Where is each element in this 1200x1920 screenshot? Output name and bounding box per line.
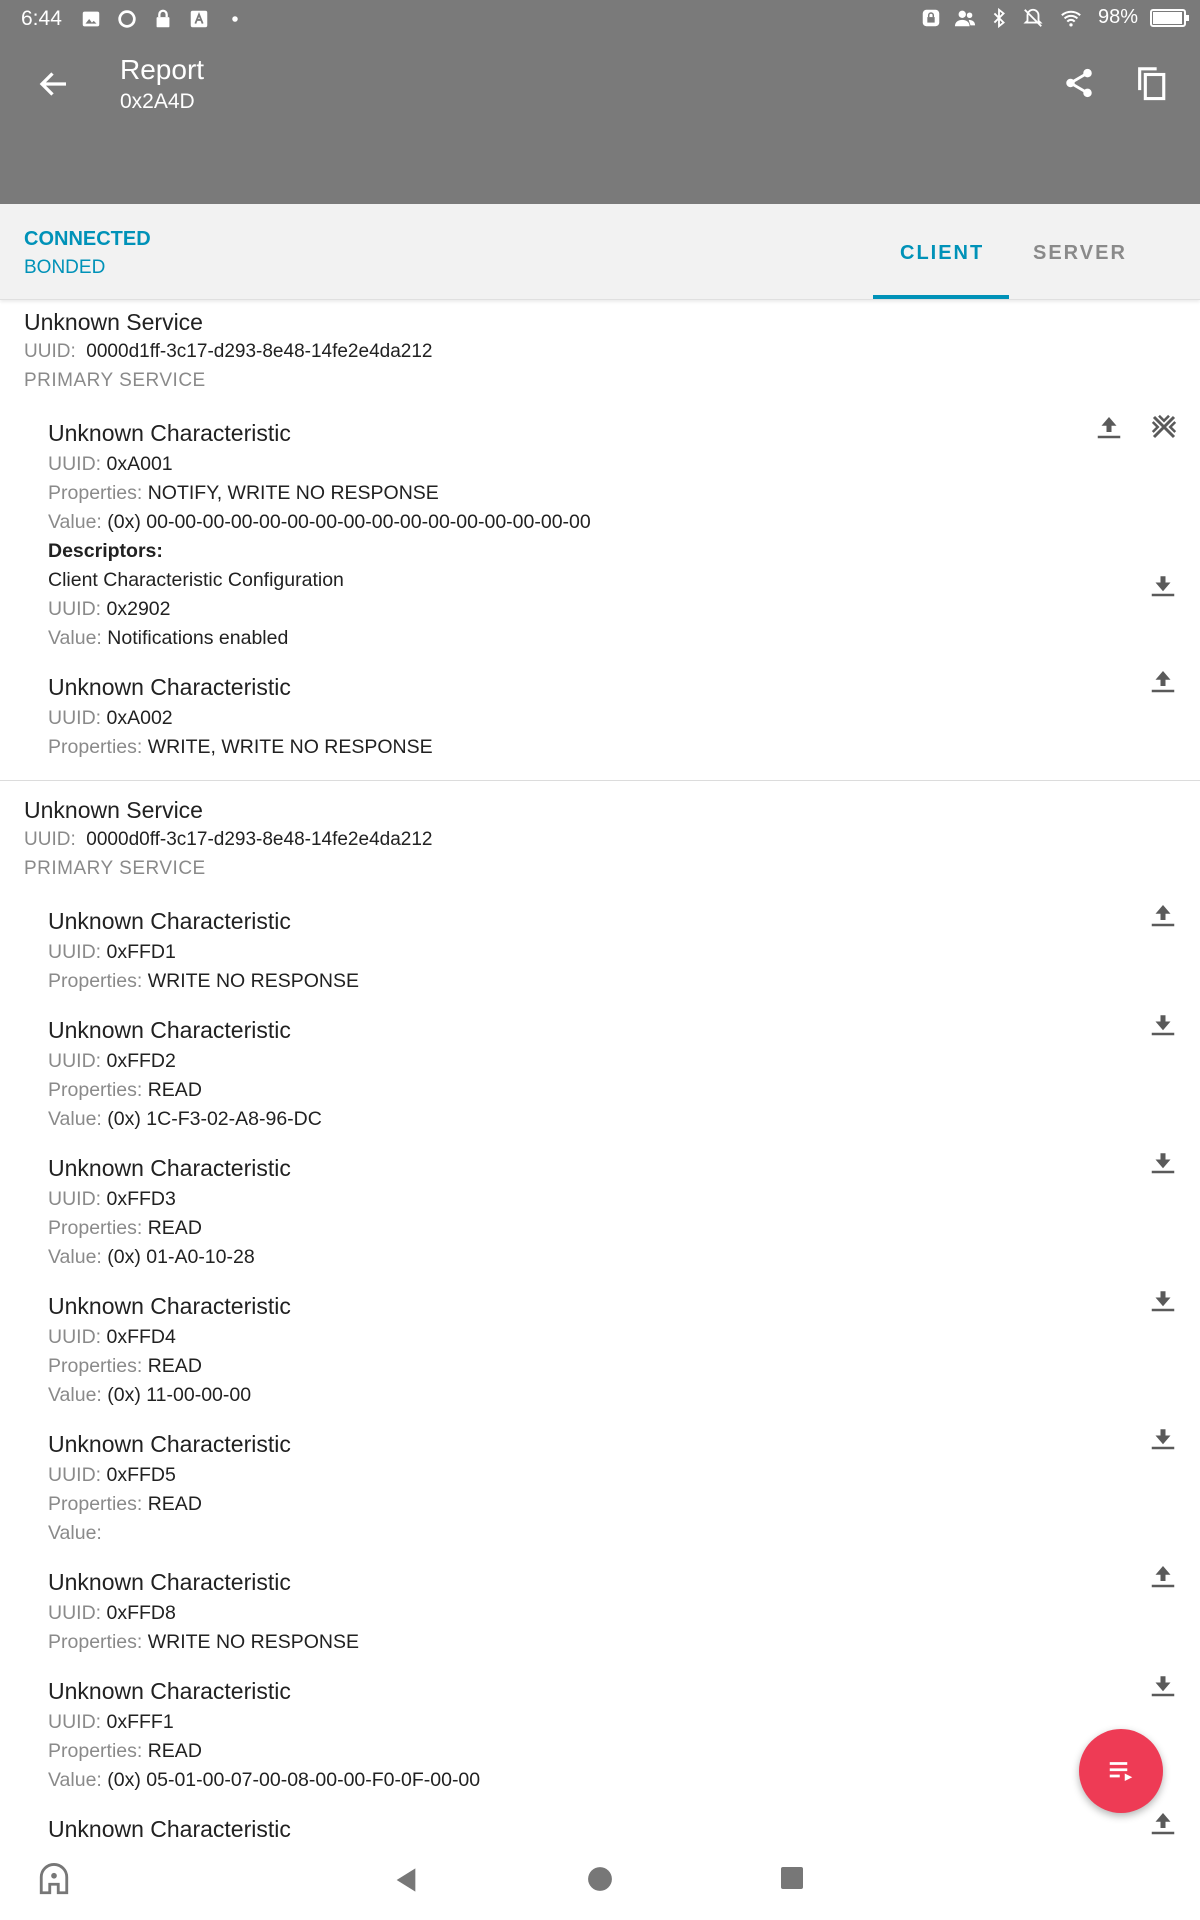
more-dot-icon [232, 16, 238, 22]
page-subtitle: 0x2A4D [120, 90, 195, 113]
characteristic-properties: Properties: READ [48, 1355, 202, 1377]
gallery-icon [82, 11, 100, 27]
characteristic-properties: Properties: READ [48, 1217, 202, 1239]
characteristic-uuid: UUID: 0xFFD8 [48, 1602, 176, 1624]
home-nav-icon[interactable] [587, 1866, 613, 1892]
battery-percent: 98% [1097, 6, 1138, 28]
lock-icon [156, 9, 170, 28]
system-nav-bar [0, 1842, 1200, 1920]
notifications-disable-icon[interactable] [1149, 412, 1179, 442]
characteristic-properties: Properties: READ [48, 1079, 202, 1101]
log-fab-button[interactable] [1079, 1729, 1163, 1813]
characteristic-uuid: UUID: 0xA001 [48, 453, 173, 475]
characteristic-value: Value: (0x) 01-A0-10-28 [48, 1246, 255, 1268]
characteristic-properties: Properties: READ [48, 1740, 202, 1762]
characteristic-properties: Properties: NOTIFY, WRITE NO RESPONSE [48, 482, 439, 504]
battery-icon [1150, 8, 1189, 27]
characteristic-uuid: UUID: 0xFFF1 [48, 1711, 174, 1733]
recents-nav-icon[interactable] [780, 1866, 804, 1890]
read-download-icon[interactable] [1148, 1670, 1178, 1700]
read-download-icon[interactable] [1148, 1009, 1178, 1039]
connection-bar: CONNECTED BONDED CLIENT SERVER [0, 204, 1200, 300]
read-download-icon[interactable] [1148, 1147, 1178, 1177]
read-download-icon[interactable] [1148, 570, 1178, 600]
status-time: 6:44 [21, 7, 62, 30]
characteristic-uuid: UUID: 0xFFD4 [48, 1326, 176, 1348]
bond-state: BONDED [24, 257, 106, 278]
characteristic-uuid: UUID: 0xFFD3 [48, 1188, 176, 1210]
service-divider [0, 780, 1200, 781]
characteristic-properties: Properties: WRITE NO RESPONSE [48, 1631, 359, 1653]
log-list-icon [1109, 1762, 1133, 1781]
tab-server[interactable]: SERVER [1033, 242, 1127, 265]
characteristic-uuid: UUID: 0xFFD2 [48, 1050, 176, 1072]
characteristic-value: Value: [48, 1522, 102, 1544]
back-arrow-icon[interactable] [36, 66, 72, 102]
characteristic-properties: Properties: WRITE, WRITE NO RESPONSE [48, 736, 433, 758]
app-notification-icon [190, 10, 208, 28]
characteristic-name[interactable]: Unknown Characteristic [48, 420, 291, 447]
sync-circle-icon [118, 10, 136, 28]
share-icon[interactable] [1062, 66, 1096, 100]
status-bar: 6:44 98% [0, 0, 1200, 38]
services-list[interactable]: Unknown Service UUID: 0000d1ff-3c17-d293… [0, 302, 1200, 1842]
status-right-icons: 98% [920, 6, 1189, 29]
characteristic-properties: Properties: WRITE NO RESPONSE [48, 970, 359, 992]
tab-client[interactable]: CLIENT [900, 242, 984, 265]
read-download-icon[interactable] [1148, 1423, 1178, 1453]
users-icon [954, 10, 976, 26]
write-upload-icon[interactable] [1148, 1808, 1178, 1838]
characteristic-name[interactable]: Unknown Characteristic [48, 1569, 291, 1596]
write-upload-icon[interactable] [1148, 666, 1178, 696]
write-upload-icon[interactable] [1148, 900, 1178, 930]
characteristic-name[interactable]: Unknown Characteristic [48, 1816, 291, 1842]
battery-level-fill [1153, 11, 1182, 24]
connection-state: CONNECTED [24, 228, 151, 250]
copy-icon[interactable] [1134, 64, 1168, 102]
descriptor-uuid: UUID: 0x2902 [48, 598, 171, 620]
characteristic-uuid: UUID: 0xFFD5 [48, 1464, 176, 1486]
characteristic-name[interactable]: Unknown Characteristic [48, 1678, 291, 1705]
characteristic-properties: Properties: READ [48, 1493, 202, 1515]
characteristic-value: Value: (0x) 05-01-00-07-00-08-00-00-F0-0… [48, 1769, 481, 1791]
characteristic-value: Value: (0x) 1C-F3-02-A8-96-DC [48, 1108, 322, 1130]
write-upload-icon[interactable] [1094, 412, 1124, 442]
back-nav-icon[interactable] [392, 1865, 420, 1895]
service-type: PRIMARY SERVICE [24, 858, 206, 879]
tab-indicator [873, 295, 1009, 299]
page-title: Report [120, 54, 205, 85]
characteristic-name[interactable]: Unknown Characteristic [48, 674, 291, 701]
characteristic-name[interactable]: Unknown Characteristic [48, 908, 291, 935]
characteristic-name[interactable]: Unknown Characteristic [48, 1431, 291, 1458]
descriptors-label: Descriptors: [48, 540, 163, 562]
write-upload-icon[interactable] [1148, 1561, 1178, 1591]
service-name[interactable]: Unknown Service [24, 797, 203, 824]
app-bar: 6:44 98% Report 0x2A4D [0, 0, 1200, 204]
notifications-off-icon [1023, 8, 1043, 27]
characteristic-name[interactable]: Unknown Characteristic [48, 1155, 291, 1182]
status-left-icons [80, 8, 246, 30]
wifi-icon [1061, 10, 1081, 27]
characteristic-value: Value: (0x) 11-00-00-00 [48, 1384, 252, 1406]
service-uuid: UUID: 0000d0ff-3c17-d293-8e48-14fe2e4da2… [24, 829, 433, 850]
service-uuid: UUID: 0000d1ff-3c17-d293-8e48-14fe2e4da2… [24, 341, 433, 362]
characteristic-name[interactable]: Unknown Characteristic [48, 1293, 291, 1320]
characteristic-uuid: UUID: 0xA002 [48, 707, 173, 729]
bluetooth-icon [993, 7, 1005, 28]
accessibility-icon[interactable] [37, 1863, 71, 1897]
characteristic-value: Value: (0x) 00-00-00-00-00-00-00-00-00-0… [48, 511, 591, 533]
characteristic-name[interactable]: Unknown Characteristic [48, 1017, 291, 1044]
descriptor-name[interactable]: Client Characteristic Configuration [48, 569, 344, 592]
service-type: PRIMARY SERVICE [24, 370, 206, 391]
read-download-icon[interactable] [1148, 1285, 1178, 1315]
service-name[interactable]: Unknown Service [24, 309, 203, 336]
vpn-lock-icon [922, 9, 940, 26]
descriptor-value: Value: Notifications enabled [48, 627, 289, 649]
characteristic-uuid: UUID: 0xFFD1 [48, 941, 176, 963]
